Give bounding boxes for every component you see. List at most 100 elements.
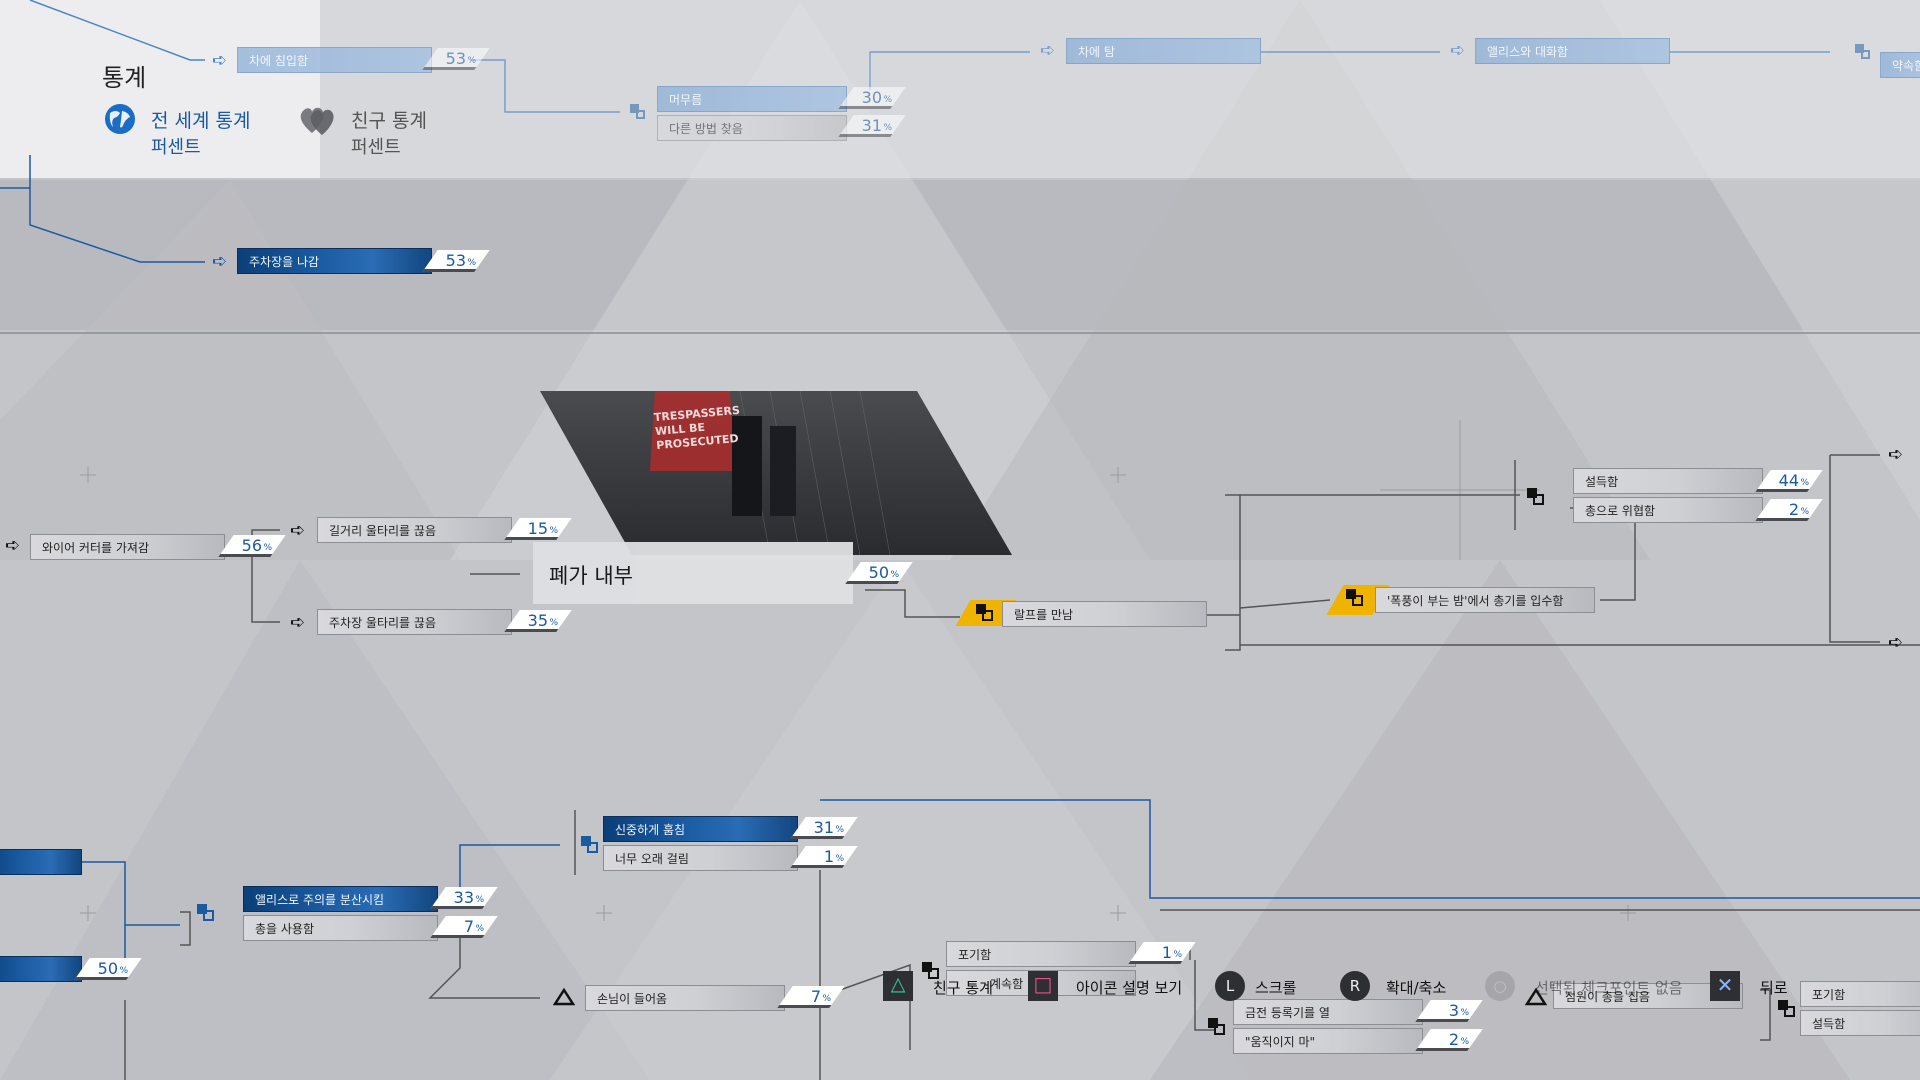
node-leave-parking[interactable]: 주차장을 나감 [237,248,432,276]
node-label: 총을 사용함 [255,922,315,936]
node-talk-alice[interactable]: 앨리스와 대화함 [1475,38,1670,66]
node-label: '폭풍이 부는 밤'에서 총기를 입수함 [1387,594,1564,608]
node-use-gun[interactable]: 총을 사용함 [243,915,438,943]
chapter-title-box[interactable]: 폐가 내부 [533,542,853,604]
arrow-right-icon: ➪ [290,520,306,541]
node-open-register[interactable]: 금전 등록기를 열 [1233,999,1423,1027]
node-right-give-up[interactable]: 포기함 [1800,981,1920,1009]
branch-icon [1855,44,1871,60]
node-dont-move[interactable]: "움직이지 마" [1233,1028,1423,1056]
hint-label: 선택된 체크포인트 없음 [1535,979,1683,997]
tab-global-stats[interactable]: 전 세계 통계 퍼센트 [104,103,274,158]
node-find-another-way[interactable]: 다른 방법 찾음 [657,115,847,143]
hint-friends-stats[interactable]: △ 친구 통계 [883,971,1003,1001]
hint-label: 친구 통계 [933,979,993,997]
chapter-thumbnail[interactable] [540,391,1012,555]
hint-label: 확대/축소 [1386,979,1447,997]
node-steal-carefully[interactable]: 신중하게 훔침 [603,816,798,844]
arrow-right-icon: ➪ [212,251,228,272]
branch-icon [1208,1018,1226,1036]
percent-badge: 44% [1755,470,1823,494]
left-stick-icon: L [1215,971,1245,1001]
cross-button-icon: ✕ [1710,971,1740,1001]
hearts-icon [300,107,334,135]
arrow-right-icon: ➪ [1040,40,1056,61]
percent-badge: 31% [790,817,858,841]
node-label: 포기함 [1812,988,1846,1002]
arrow-right-icon: ➪ [1888,444,1904,465]
node-label: 앨리스와 대화함 [1487,45,1569,59]
node-customer-enters[interactable]: 손님이 들어옴 [585,985,785,1013]
node-label: 머무름 [669,93,703,107]
percent-badge: 53% [422,48,490,72]
node-give-up[interactable]: 포기함 [946,941,1136,969]
hint-back[interactable]: ✕ 뒤로 [1710,971,1800,1001]
node-label: 차에 탐 [1078,45,1115,59]
chapter-title: 폐가 내부 [549,564,633,588]
node-label: 금전 등록기를 열 [1245,1006,1330,1020]
node-stay[interactable]: 머무름 [657,86,847,114]
percent-badge: 56% [218,535,286,559]
node-label: 설득함 [1585,475,1619,489]
node-break-into-car[interactable]: 차에 침입함 [237,47,432,75]
percent-badge: 30% [838,87,906,111]
node-label: 주차장 울타리를 끊음 [329,616,436,630]
percent-badge: 31% [838,115,906,139]
node-distract-alice[interactable]: 앨리스로 주의를 분산시킴 [243,886,438,914]
chapter-sign-text: TRESPASSERS WILL BE PROSECUTED [653,403,741,453]
node-label: "움직이지 마" [1245,1035,1316,1049]
triangle-button-icon: △ [883,971,913,1001]
hint-zoom[interactable]: R 확대/축소 [1340,971,1460,1001]
percent-badge: 2% [1755,499,1823,523]
node-label: 손님이 들어옴 [597,992,668,1006]
tab-global-label: 전 세계 통계 [151,110,251,132]
node-label: 주차장을 나감 [249,255,320,269]
node-meet-ralph[interactable]: 랄프를 만남 [1002,601,1207,629]
node-label: 설득함 [1812,1017,1846,1031]
node-label: 길거리 울타리를 끊음 [329,524,436,538]
node-offscreen-top[interactable] [0,849,82,877]
right-stick-icon: R [1340,971,1370,1001]
node-wire-cutter[interactable]: 와이어 커터를 가져감 [30,534,225,562]
hint-icon-legend[interactable]: □ 아이콘 설명 보기 [1028,971,1188,1001]
branch-icon [1346,589,1364,607]
node-offscreen-bottom[interactable] [0,956,82,984]
hint-label: 스크롤 [1255,979,1297,997]
percent-badge: 7% [777,986,845,1010]
node-persuade[interactable]: 설득함 [1573,468,1763,496]
node-label: 앨리스로 주의를 분산시킴 [255,893,385,907]
branch-icon [1778,1000,1796,1018]
percent-badge: 1% [790,846,858,870]
node-label: 약속함 [1892,59,1920,73]
node-took-too-long[interactable]: 너무 오래 걸림 [603,845,798,873]
node-right-persuade[interactable]: 설득함 [1800,1010,1920,1038]
square-button-icon: □ [1028,971,1058,1001]
node-get-in-car[interactable]: 차에 탐 [1066,38,1261,66]
percent-badge: 50% [845,562,913,586]
node-cut-parking-fence[interactable]: 주차장 울타리를 끊음 [317,609,512,637]
globe-icon [105,104,135,134]
percent-badge: 53% [422,250,490,274]
hint-checkpoint[interactable]: ○ 선택된 체크포인트 없음 [1485,971,1705,1001]
node-label: 총으로 위협함 [1585,504,1656,518]
branch-icon [630,104,646,120]
hint-label: 뒤로 [1760,979,1788,997]
percent-badge: 50% [74,958,142,982]
node-promise[interactable]: 약속함 [1880,52,1920,80]
tab-friends-label: 친구 통계 [351,110,427,132]
node-get-gun[interactable]: '폭풍이 부는 밤'에서 총기를 입수함 [1375,587,1595,615]
flowchart-screen: 통계 전 세계 통계 퍼센트 친구 통계 퍼센트 ➪ 차에 침입함 53% 머무… [0,0,1920,1080]
percent-badge: 3% [1415,1000,1483,1024]
node-label: 신중하게 훔침 [615,823,686,837]
node-cut-street-fence[interactable]: 길거리 울타리를 끊음 [317,517,512,545]
percent-badge: 35% [504,610,572,634]
hint-scroll[interactable]: L 스크롤 [1215,971,1325,1001]
percent-badge: 7% [430,916,498,940]
arrow-right-icon: ➪ [1888,632,1904,653]
percent-badge: 1% [1128,942,1196,966]
tab-friends-stats[interactable]: 친구 통계 퍼센트 [298,103,468,158]
node-threaten-gun[interactable]: 총으로 위협함 [1573,497,1763,525]
branch-icon [581,836,599,854]
arrow-right-icon: ➪ [212,50,228,71]
node-label: 너무 오래 걸림 [615,852,689,866]
